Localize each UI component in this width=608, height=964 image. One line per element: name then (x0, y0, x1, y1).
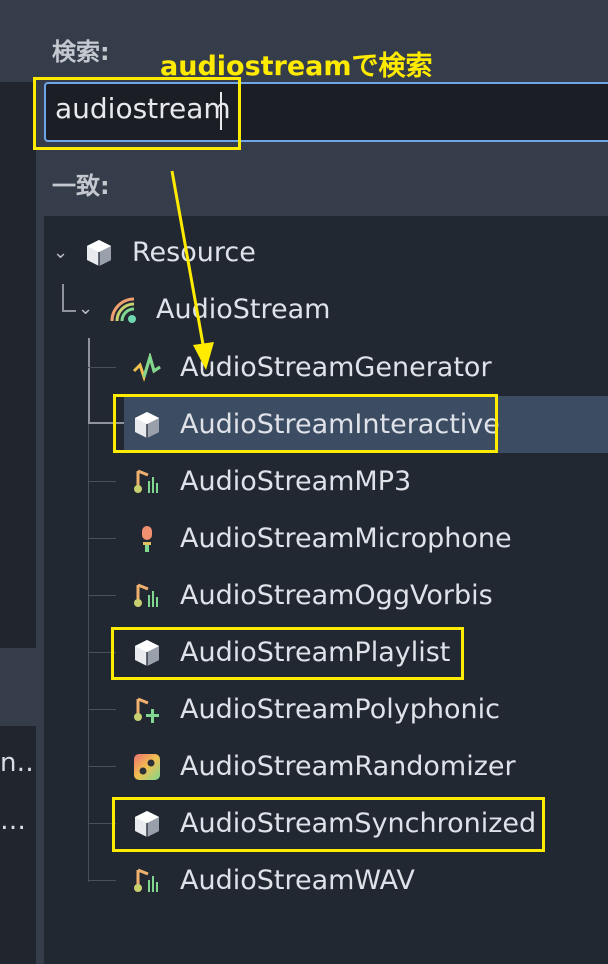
tree-item-audiostream-microphone[interactable]: AudioStreamMicrophone (132, 510, 512, 567)
annotation-text: audiostreamで検索 (160, 51, 433, 82)
tree-item-audiostream-synchronized[interactable]: AudioStreamSynchronized (132, 795, 536, 852)
tree-connector (88, 538, 116, 539)
tree-item-audiostream-playlist[interactable]: AudioStreamPlaylist (132, 624, 450, 681)
tree-connector (88, 367, 116, 368)
microphone-icon (142, 525, 152, 552)
tree-item-label: AudioStreamPolyphonic (180, 694, 500, 725)
tree-connector (88, 880, 116, 881)
object-cube-icon (135, 411, 159, 438)
tree-connector (62, 284, 64, 312)
tree-item-label: AudioStreamGenerator (180, 352, 492, 383)
object-cube-icon (135, 810, 159, 837)
tree-connector (88, 424, 89, 882)
tree-connector (88, 422, 124, 424)
tree-item-audiostream-oggvorbis[interactable]: AudioStreamOggVorbis (132, 567, 493, 624)
tree-connector (88, 709, 116, 710)
collapse-arrow-icon[interactable]: ⌄ (53, 242, 68, 263)
tree-item-audiostream-polyphonic[interactable]: AudioStreamPolyphonic (132, 681, 500, 738)
search-input-value: audiostream (55, 92, 231, 125)
note-plus-icon (134, 697, 159, 723)
tree-connector (88, 338, 90, 424)
audio-note-icon (134, 469, 158, 493)
tree-connector (88, 481, 116, 482)
tree-connector (88, 595, 116, 596)
audio-note-icon (134, 583, 158, 607)
tree-connector (88, 823, 116, 824)
tree-connector (88, 652, 116, 653)
tree-item-label: AudioStreamSynchronized (180, 808, 537, 839)
tree-item-audiostream-mp3[interactable]: AudioStreamMP3 (132, 453, 411, 510)
tree-item-label: AudioStreamOggVorbis (180, 580, 493, 611)
tree-connector (88, 766, 116, 767)
search-label: 検索: (52, 38, 110, 66)
tree-item-label: AudioStreamWAV (180, 865, 415, 896)
tree-item-label: AudioStreamPlaylist (180, 637, 451, 668)
tree-item-audiostream-interactive[interactable]: AudioStreamInteractive (124, 396, 608, 453)
left-panel (0, 82, 36, 648)
audio-stream-icon (110, 297, 136, 323)
audio-note-icon (134, 868, 158, 892)
truncated-text: … (0, 806, 26, 836)
left-panel-bottom: n… … (0, 726, 36, 964)
tree-item-audiostream-randomizer[interactable]: AudioStreamRandomizer (132, 738, 516, 795)
tree-item-label: AudioStreamRandomizer (180, 751, 516, 782)
annotation-arrow-icon (170, 170, 214, 370)
matches-label: 一致: (52, 172, 110, 200)
tree-item-label: AudioStreamInteractive (180, 409, 500, 440)
truncated-text: n… (0, 748, 36, 778)
generator-wave-icon (132, 352, 161, 382)
tree-item-label: AudioStreamMicrophone (180, 523, 512, 554)
tree-item-audiostream-wav[interactable]: AudioStreamWAV (132, 852, 415, 909)
collapse-arrow-icon[interactable]: ⌄ (78, 298, 93, 319)
tree-connector (62, 310, 76, 312)
object-cube-icon (87, 239, 111, 266)
text-caret (220, 92, 222, 130)
randomizer-dice-icon (134, 753, 160, 780)
tree-item-label: AudioStreamMP3 (180, 466, 412, 497)
object-cube-icon (135, 639, 159, 666)
